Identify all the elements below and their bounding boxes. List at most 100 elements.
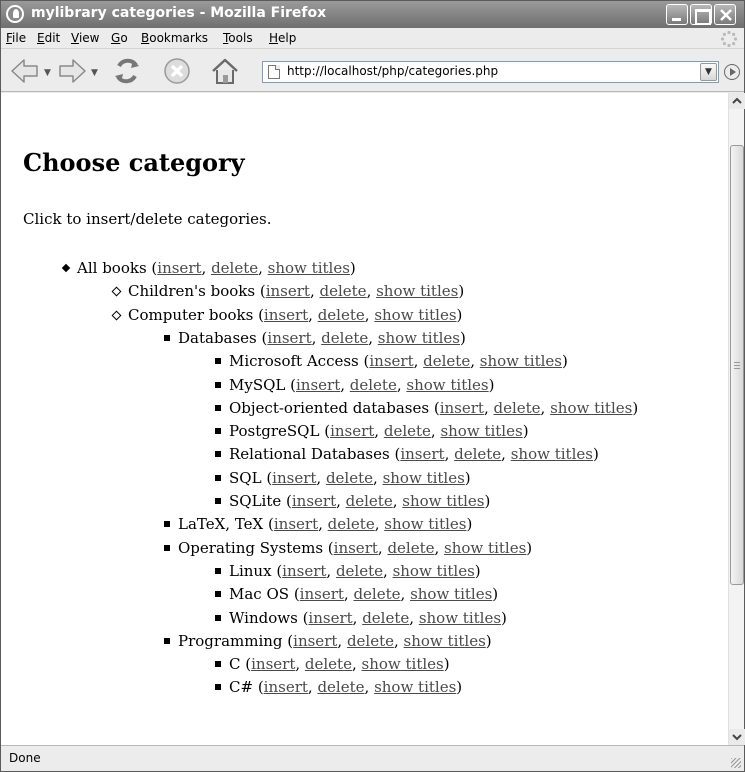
insert-link[interactable]: insert [292, 492, 336, 510]
stop-icon[interactable] [161, 56, 193, 86]
delete-link[interactable]: delete [353, 585, 400, 603]
minimize-button[interactable] [666, 4, 688, 25]
vertical-scrollbar[interactable] [728, 93, 745, 745]
back-icon[interactable] [9, 56, 41, 86]
delete-link[interactable]: delete [423, 352, 470, 370]
forward-dropdown-icon[interactable]: ▼ [91, 68, 98, 78]
delete-link[interactable]: delete [320, 282, 367, 300]
insert-link[interactable]: insert [267, 329, 311, 347]
delete-link[interactable]: delete [347, 632, 394, 650]
show-titles-link[interactable]: show titles [378, 329, 460, 347]
insert-link[interactable]: insert [274, 515, 318, 533]
delete-link[interactable]: delete [336, 562, 383, 580]
delete-link[interactable]: delete [318, 306, 365, 324]
show-titles-link[interactable]: show titles [268, 259, 350, 277]
insert-link[interactable]: insert [400, 445, 444, 463]
insert-link[interactable]: insert [264, 306, 308, 324]
show-titles-link[interactable]: show titles [550, 399, 632, 417]
menu-view[interactable]: View [71, 31, 99, 45]
close-button[interactable] [714, 4, 736, 25]
delete-link[interactable]: delete [387, 539, 434, 557]
delete-link[interactable]: delete [305, 655, 352, 673]
bullet-icon [215, 684, 221, 691]
show-titles-link[interactable]: show titles [374, 678, 456, 696]
bullet-icon [215, 498, 221, 504]
bullet-icon [215, 381, 221, 388]
insert-link[interactable]: insert [369, 352, 413, 370]
show-titles-link[interactable]: show titles [480, 352, 562, 370]
go-icon[interactable] [724, 64, 740, 80]
url-text[interactable]: http://localhost/php/categories.php [287, 64, 498, 78]
show-titles-link[interactable]: show titles [406, 376, 488, 394]
show-titles-link[interactable]: show titles [402, 492, 484, 510]
scroll-down-button[interactable] [729, 729, 745, 745]
show-titles-link[interactable]: show titles [410, 585, 492, 603]
delete-link[interactable]: delete [317, 678, 364, 696]
show-titles-link[interactable]: show titles [374, 306, 456, 324]
chevron-up-icon [732, 97, 742, 104]
delete-link[interactable]: delete [326, 469, 373, 487]
insert-link[interactable]: insert [300, 585, 344, 603]
insert-link[interactable]: insert [293, 632, 337, 650]
delete-link[interactable]: delete [454, 445, 501, 463]
category-item: Windows (insert, delete, show titles) [215, 609, 507, 627]
menu-bookmarks[interactable]: Bookmarks [141, 31, 208, 45]
delete-link[interactable]: delete [328, 515, 375, 533]
maximize-button[interactable] [690, 4, 712, 25]
delete-link[interactable]: delete [384, 422, 431, 440]
show-titles-link[interactable]: show titles [383, 469, 465, 487]
category-name: Programming [178, 631, 283, 650]
insert-link[interactable]: insert [157, 259, 201, 277]
bullet-icon [164, 544, 170, 551]
reload-icon[interactable] [111, 56, 143, 86]
show-titles-link[interactable]: show titles [444, 539, 526, 557]
delete-link[interactable]: delete [211, 259, 258, 277]
scrollbar-thumb[interactable] [730, 145, 744, 585]
show-titles-link[interactable]: show titles [393, 562, 475, 580]
forward-icon[interactable] [56, 56, 88, 86]
show-titles-link[interactable]: show titles [384, 515, 466, 533]
bullet-icon [215, 358, 221, 365]
chevron-down-icon [732, 734, 742, 741]
show-titles-link[interactable]: show titles [511, 445, 593, 463]
insert-link[interactable]: insert [308, 609, 352, 627]
insert-link[interactable]: insert [272, 469, 316, 487]
bullet-icon [215, 614, 221, 621]
insert-link[interactable]: insert [296, 376, 340, 394]
category-name: Computer books [128, 305, 254, 324]
menu-file[interactable]: File [6, 31, 26, 45]
delete-link[interactable]: delete [362, 609, 409, 627]
category-item: C (insert, delete, show titles) [215, 655, 450, 673]
show-titles-link[interactable]: show titles [376, 282, 458, 300]
insert-link[interactable]: insert [330, 422, 374, 440]
category-item: MySQL (insert, delete, show titles) [215, 376, 494, 394]
category-item: Children's books (insert, delete, show t… [111, 282, 464, 300]
url-dropdown-button[interactable]: ▼ [700, 63, 717, 81]
menu-help[interactable]: Help [269, 31, 296, 45]
menu-bar: File Edit View Go Bookmarks Tools Help [1, 28, 744, 49]
show-titles-link[interactable]: show titles [419, 609, 501, 627]
insert-link[interactable]: insert [282, 562, 326, 580]
scroll-up-button[interactable] [729, 93, 745, 109]
home-icon[interactable] [209, 56, 241, 86]
delete-link[interactable]: delete [346, 492, 393, 510]
resize-grip[interactable] [731, 758, 741, 768]
menu-go[interactable]: Go [111, 31, 128, 45]
menu-tools[interactable]: Tools [223, 31, 253, 45]
insert-link[interactable]: insert [440, 399, 484, 417]
delete-link[interactable]: delete [321, 329, 368, 347]
back-dropdown-icon[interactable]: ▼ [44, 68, 51, 78]
insert-link[interactable]: insert [266, 282, 310, 300]
bullet-icon [215, 474, 221, 481]
status-text: Done [9, 751, 41, 765]
show-titles-link[interactable]: show titles [440, 422, 522, 440]
delete-link[interactable]: delete [350, 376, 397, 394]
insert-link[interactable]: insert [264, 678, 308, 696]
show-titles-link[interactable]: show titles [362, 655, 444, 673]
insert-link[interactable]: insert [251, 655, 295, 673]
insert-link[interactable]: insert [334, 539, 378, 557]
show-titles-link[interactable]: show titles [404, 632, 486, 650]
delete-link[interactable]: delete [493, 399, 540, 417]
menu-edit[interactable]: Edit [37, 31, 60, 45]
address-bar[interactable]: http://localhost/php/categories.php ▼ [262, 61, 719, 83]
